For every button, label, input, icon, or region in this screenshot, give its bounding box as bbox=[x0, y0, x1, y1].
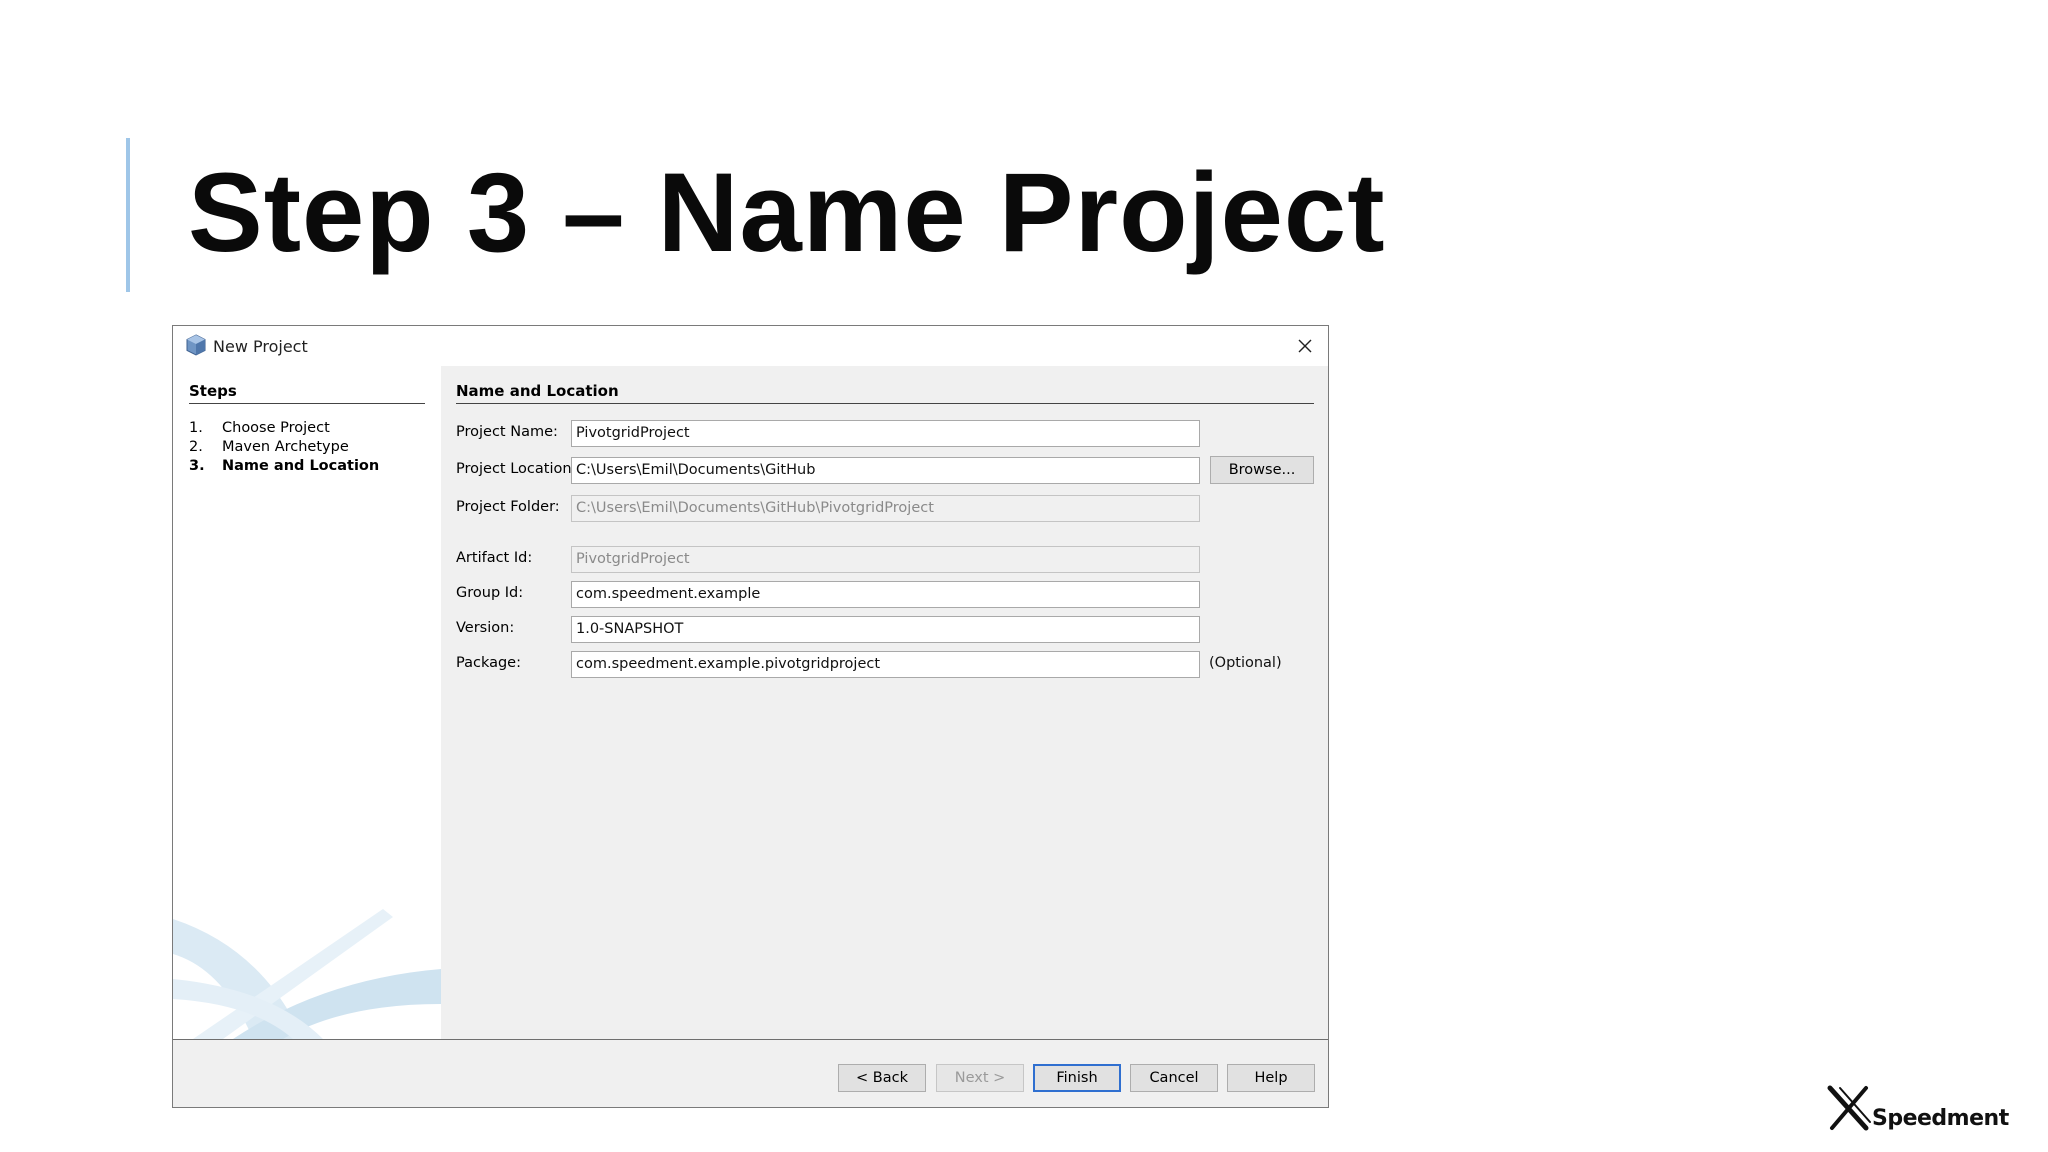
next-button[interactable]: Next > bbox=[936, 1064, 1024, 1092]
step-item: 2. Maven Archetype bbox=[189, 439, 349, 455]
dialog-title: New Project bbox=[213, 337, 308, 356]
project-folder-input: C:\Users\Emil\Documents\GitHub\Pivotgrid… bbox=[571, 495, 1200, 522]
step-item: 1. Choose Project bbox=[189, 420, 330, 436]
version-label: Version: bbox=[456, 620, 515, 636]
step-item-current: 3. Name and Location bbox=[189, 458, 380, 474]
netbeans-cube-icon bbox=[186, 334, 206, 360]
project-location-label: Project Location: bbox=[456, 461, 577, 477]
close-button[interactable] bbox=[1282, 326, 1328, 366]
artifact-id-label: Artifact Id: bbox=[456, 550, 533, 566]
slide-title: Step 3 – Name Project bbox=[188, 150, 1386, 275]
steps-header: Steps bbox=[189, 382, 425, 404]
speedment-x-logo-icon bbox=[1827, 1085, 1871, 1131]
version-input[interactable]: 1.0-SNAPSHOT bbox=[571, 616, 1200, 643]
speedment-logo-text: Speedment bbox=[1872, 1106, 2009, 1131]
group-id-label: Group Id: bbox=[456, 585, 524, 601]
name-and-location-panel: Name and Location Project Name: Pivotgri… bbox=[441, 366, 1328, 1039]
project-location-input[interactable]: C:\Users\Emil\Documents\GitHub bbox=[571, 457, 1200, 484]
title-accent-bar bbox=[126, 138, 130, 292]
new-project-dialog: New Project Steps 1. Choose Project 2. Mav… bbox=[172, 325, 1329, 1108]
artifact-id-input: PivotgridProject bbox=[571, 546, 1200, 573]
decorative-watermark-art bbox=[173, 909, 441, 1039]
finish-button[interactable]: Finish bbox=[1033, 1064, 1121, 1092]
dialog-footer: < Back Next > Finish Cancel Help bbox=[173, 1039, 1328, 1107]
project-name-label: Project Name: bbox=[456, 424, 558, 440]
steps-list: 1. Choose Project 2. Maven Archetype 3. Nam… bbox=[189, 419, 379, 476]
project-folder-label: Project Folder: bbox=[456, 499, 560, 515]
browse-button[interactable]: Browse... bbox=[1210, 456, 1314, 484]
cancel-button[interactable]: Cancel bbox=[1130, 1064, 1218, 1092]
package-label: Package: bbox=[456, 655, 521, 671]
package-input[interactable]: com.speedment.example.pivotgridproject bbox=[571, 651, 1200, 678]
slide: Step 3 – Name Project New Project Steps bbox=[0, 0, 2048, 1152]
help-button[interactable]: Help bbox=[1227, 1064, 1315, 1092]
steps-panel: Steps 1. Choose Project 2. Maven Archetype… bbox=[173, 366, 441, 1039]
package-optional-note: (Optional) bbox=[1209, 655, 1282, 671]
group-id-input[interactable]: com.speedment.example bbox=[571, 581, 1200, 608]
close-icon bbox=[1298, 339, 1312, 353]
project-name-input[interactable]: PivotgridProject bbox=[571, 420, 1200, 447]
section-header: Name and Location bbox=[456, 382, 1314, 404]
back-button[interactable]: < Back bbox=[838, 1064, 926, 1092]
dialog-titlebar: New Project bbox=[173, 326, 1328, 366]
